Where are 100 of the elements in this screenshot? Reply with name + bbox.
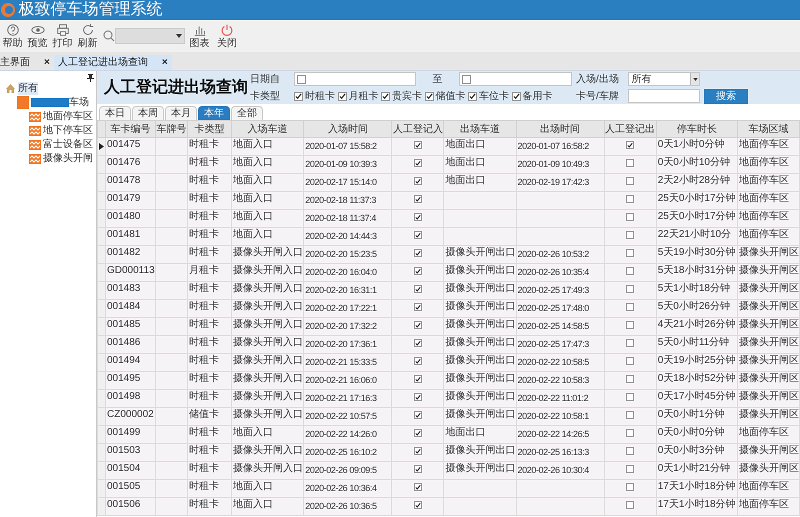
- toolbar-button[interactable]: 帮助: [0, 23, 25, 49]
- checkbox[interactable]: [626, 158, 634, 166]
- checkbox[interactable]: [414, 159, 422, 167]
- checkbox[interactable]: [414, 141, 422, 149]
- checkbox[interactable]: [626, 266, 634, 274]
- checkbox[interactable]: [512, 92, 520, 100]
- row-header-cell[interactable]: [98, 138, 106, 156]
- row-header-cell[interactable]: [98, 426, 106, 444]
- tree-item[interactable]: 地面停车区: [43, 110, 93, 123]
- checkbox[interactable]: [626, 356, 634, 364]
- column-header[interactable]: 出场时间: [516, 120, 604, 138]
- checkbox[interactable]: [424, 92, 434, 100]
- checkbox-label[interactable]: 月租卡: [348, 88, 378, 104]
- row-header-cell[interactable]: [98, 300, 106, 318]
- checkbox[interactable]: [414, 429, 422, 437]
- checkbox[interactable]: [626, 374, 634, 382]
- checkbox[interactable]: [414, 177, 422, 185]
- checkbox[interactable]: [414, 501, 422, 509]
- checkbox-label[interactable]: 车位卡: [479, 88, 509, 104]
- checkbox[interactable]: [414, 411, 422, 419]
- column-header[interactable]: 入场车道: [232, 120, 304, 138]
- checkbox-label[interactable]: 备用卡: [522, 88, 552, 104]
- date-field[interactable]: [294, 72, 416, 86]
- checkbox[interactable]: [414, 483, 422, 491]
- checkbox[interactable]: [626, 500, 634, 508]
- checkbox[interactable]: [414, 249, 422, 257]
- checkbox[interactable]: [468, 92, 477, 100]
- checkbox[interactable]: [414, 195, 422, 203]
- row-header-cell[interactable]: [98, 156, 106, 174]
- row-header-cell[interactable]: [98, 462, 106, 480]
- period-tab[interactable]: 本年: [198, 106, 230, 120]
- tree-item[interactable]: 所有: [18, 82, 38, 95]
- checkbox[interactable]: [626, 428, 634, 436]
- checkbox-label[interactable]: 时租卡: [305, 88, 335, 104]
- plate-field[interactable]: [628, 89, 700, 103]
- period-tab[interactable]: 本周: [132, 106, 164, 120]
- row-header-cell[interactable]: [98, 336, 106, 354]
- column-header[interactable]: 卡类型: [188, 120, 232, 138]
- checkbox[interactable]: [414, 393, 422, 401]
- column-header[interactable]: 车场区域: [737, 120, 800, 138]
- checkbox[interactable]: [414, 303, 422, 311]
- period-tab[interactable]: 全部: [231, 106, 263, 120]
- row-header-cell[interactable]: [98, 246, 106, 264]
- tree-item[interactable]: 地下停车区: [43, 124, 93, 137]
- checkbox[interactable]: [626, 248, 634, 256]
- checkbox[interactable]: [338, 92, 346, 100]
- tree-item[interactable]: 车场: [69, 96, 89, 109]
- column-header[interactable]: 车牌号: [156, 120, 188, 138]
- row-header-cell[interactable]: [98, 480, 106, 498]
- row-header-cell[interactable]: [98, 282, 106, 300]
- checkbox[interactable]: [626, 141, 634, 149]
- checkbox[interactable]: [414, 447, 422, 455]
- close-icon[interactable]: ×: [162, 55, 168, 70]
- period-tab[interactable]: 本日: [99, 106, 131, 120]
- checkbox[interactable]: [414, 339, 422, 347]
- checkbox[interactable]: [414, 231, 422, 239]
- checkbox-label[interactable]: 贵宾卡: [392, 88, 422, 104]
- row-header-cell[interactable]: [98, 498, 106, 516]
- checkbox[interactable]: [626, 410, 634, 418]
- row-header-cell[interactable]: [98, 210, 106, 228]
- row-header-cell[interactable]: [98, 192, 106, 210]
- checkbox-label[interactable]: 储值卡: [436, 88, 466, 104]
- checkbox[interactable]: [414, 267, 422, 275]
- pin-icon[interactable]: [86, 74, 94, 82]
- checkbox[interactable]: [414, 213, 422, 221]
- row-header-cell[interactable]: [98, 318, 106, 336]
- checkbox[interactable]: [626, 302, 634, 310]
- row-header-cell[interactable]: [98, 390, 106, 408]
- row-header-cell[interactable]: [98, 264, 106, 282]
- document-tab[interactable]: 人工登记进出场查询 ×: [54, 55, 172, 70]
- checkbox[interactable]: [626, 284, 634, 292]
- checkbox[interactable]: [462, 74, 471, 84]
- checkbox[interactable]: [626, 482, 634, 490]
- tree-item[interactable]: 富士设备区: [43, 138, 93, 151]
- tree-item[interactable]: 摄像头开闸: [43, 152, 93, 165]
- toolbar-button[interactable]: 预览: [25, 23, 50, 49]
- checkbox[interactable]: [626, 320, 634, 328]
- checkbox[interactable]: [414, 465, 422, 473]
- toolbar-button[interactable]: 关闭: [214, 23, 240, 49]
- date-field[interactable]: [459, 72, 572, 86]
- checkbox[interactable]: [626, 446, 634, 454]
- checkbox[interactable]: [414, 375, 422, 383]
- toolbar-button[interactable]: 刷新: [75, 23, 100, 49]
- toolbar-button[interactable]: 打印: [50, 23, 75, 49]
- period-tab[interactable]: 本月: [165, 106, 197, 120]
- checkbox[interactable]: [626, 338, 634, 346]
- checkbox[interactable]: [414, 285, 422, 293]
- checkbox[interactable]: [294, 92, 303, 100]
- row-header-cell[interactable]: [98, 444, 106, 462]
- checkbox[interactable]: [626, 176, 634, 184]
- checkbox[interactable]: [414, 321, 422, 329]
- row-header-cell[interactable]: [98, 408, 106, 426]
- close-icon[interactable]: ×: [44, 55, 50, 70]
- checkbox[interactable]: [297, 74, 306, 84]
- row-header-cell[interactable]: [98, 354, 106, 372]
- checkbox[interactable]: [381, 92, 390, 100]
- column-header[interactable]: 停车时长: [656, 120, 738, 138]
- checkbox[interactable]: [626, 194, 634, 202]
- checkbox[interactable]: [626, 392, 634, 400]
- search-button[interactable]: 搜索: [704, 88, 748, 104]
